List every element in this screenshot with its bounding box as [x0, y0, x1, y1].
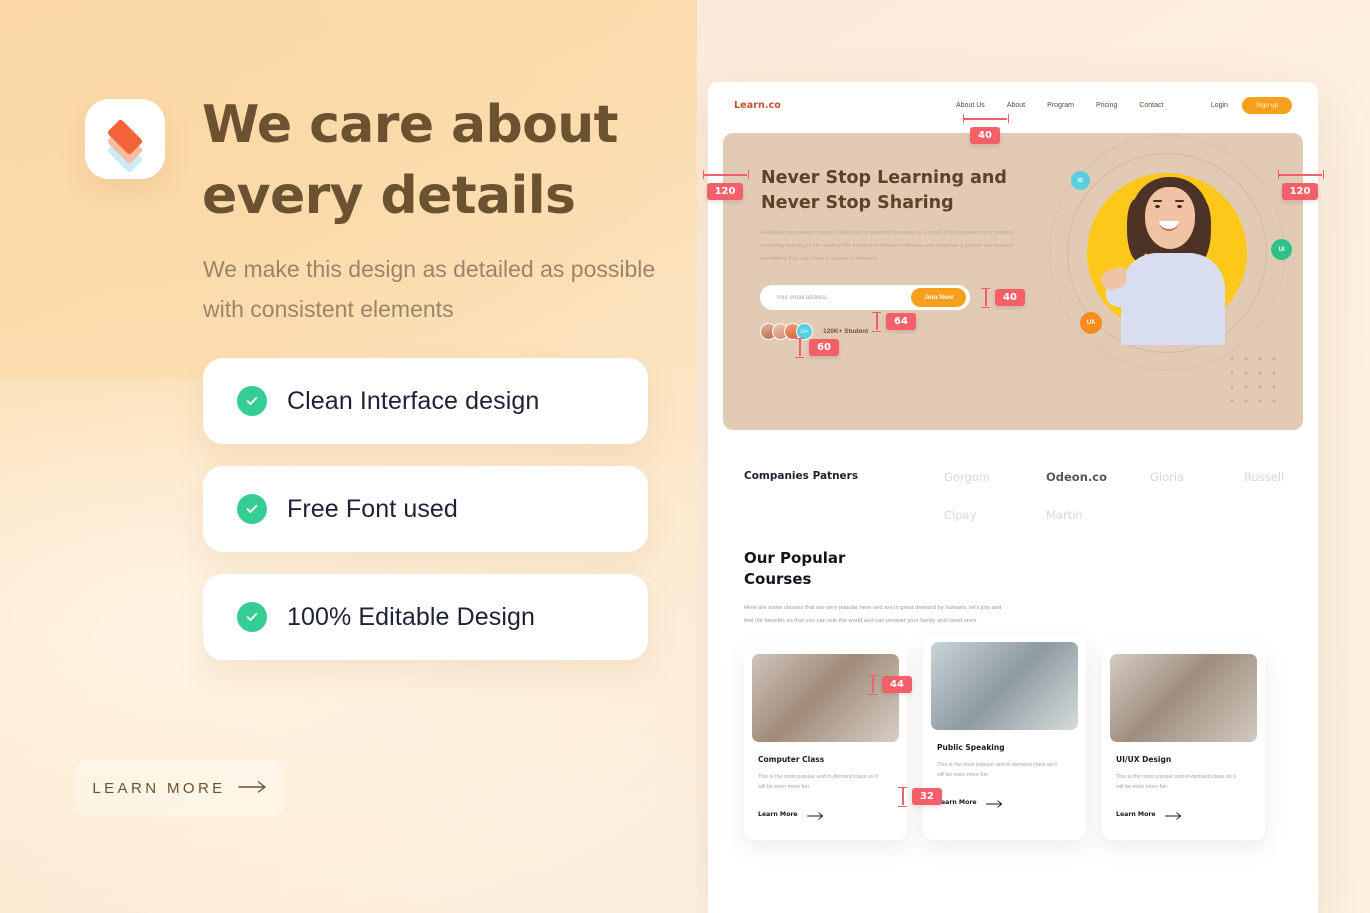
- nav-link-contact[interactable]: Contact: [1139, 102, 1163, 109]
- nav-link-pricing[interactable]: Pricing: [1096, 102, 1117, 109]
- course-learn-more-label: Learn More: [758, 810, 798, 818]
- hero-paragraph: Relatively permanent change in behavior …: [761, 230, 1015, 263]
- measure-input-height: 64: [872, 312, 916, 332]
- measure-value: 64: [886, 312, 916, 330]
- floating-badge-id[interactable]: ID: [1071, 171, 1090, 190]
- course-thumbnail: [752, 653, 899, 742]
- arrow-right-icon: [1164, 805, 1183, 824]
- measure-value: 40: [995, 288, 1025, 306]
- nav-link-program[interactable]: Program: [1047, 102, 1074, 109]
- hero-section: Never Stop Learning and Never Stop Shari…: [723, 133, 1303, 430]
- login-link[interactable]: Login: [1211, 102, 1228, 109]
- arrow-right-icon: [237, 780, 268, 796]
- measure-value: 120: [1281, 183, 1319, 200]
- course-name: UI/UX Design: [1116, 754, 1172, 764]
- screenshot-root: We care about every details We make this…: [0, 0, 1370, 913]
- course-learn-more-label: Learn More: [1116, 810, 1156, 818]
- site-navbar: Learn.co About Us About Program Pricing …: [708, 82, 1318, 128]
- feature-item-editable-design[interactable]: 100% Editable Design: [203, 574, 648, 660]
- course-description: This is the most popular and in-demand c…: [1116, 773, 1236, 791]
- course-learn-more-link[interactable]: Learn More: [1110, 805, 1257, 824]
- learn-more-button[interactable]: LEARN MORE: [75, 760, 285, 816]
- course-thumbnail: [931, 641, 1078, 730]
- learn-more-label: LEARN MORE: [92, 779, 226, 797]
- feature-item-clean-interface[interactable]: Clean Interface design: [203, 358, 648, 444]
- floating-badge-ui[interactable]: UI: [1271, 239, 1292, 260]
- partner-logo-russell: Russell: [1244, 470, 1285, 484]
- feature-item-free-font[interactable]: Free Font used: [203, 466, 648, 552]
- nav-actions: Login Sign up: [1211, 96, 1292, 114]
- feature-label: Free Font used: [287, 494, 458, 523]
- preview-panel: Learn.co About Us About Program Pricing …: [697, 0, 1370, 913]
- signup-button[interactable]: Sign up: [1241, 96, 1292, 114]
- measure-value: 120: [706, 183, 744, 200]
- email-input[interactable]: [776, 294, 912, 301]
- hero-subscribe-form: Join Now: [760, 285, 970, 310]
- feature-label: 100% Editable Design: [287, 602, 535, 631]
- course-card[interactable]: Public Speaking This is the most popular…: [923, 633, 1086, 840]
- measure-cards-gap: 44: [868, 675, 912, 695]
- hero-person-photo: [1097, 169, 1247, 345]
- partner-logo-gloria: Gloria: [1150, 470, 1185, 484]
- arrow-right-icon: [985, 793, 1004, 812]
- measure-social-gap: 60: [795, 338, 839, 358]
- measure-value: 32: [912, 787, 942, 805]
- course-description: This is the most popular and in-demand c…: [937, 761, 1057, 779]
- course-learn-more-label: Learn More: [937, 798, 977, 806]
- course-card-list: Computer Class This is the most popular …: [744, 633, 1303, 840]
- page-subtitle: We make this design as detailed as possi…: [203, 256, 656, 322]
- site-logo[interactable]: Learn.co: [734, 100, 781, 111]
- measure-nav-gap: 40: [963, 114, 1009, 144]
- feature-list: Clean Interface design Free Font used 10…: [203, 358, 648, 682]
- check-circle-icon: [237, 386, 267, 416]
- measure-value: 44: [882, 675, 912, 693]
- course-description: This is the most popular and in-demand c…: [758, 773, 878, 791]
- student-count: 120K+ Student: [823, 328, 869, 335]
- nav-links: About Us About Program Pricing Contact: [956, 102, 1163, 109]
- check-circle-icon: [237, 602, 267, 632]
- measure-hero-cta-gap: 40: [981, 288, 1025, 308]
- partner-logo-odeon: Odeon.co: [1046, 470, 1107, 484]
- hero-illustration: ID UI UX: [1045, 135, 1292, 412]
- course-learn-more-link[interactable]: Learn More: [752, 805, 899, 824]
- measure-hero-right: 120: [1278, 170, 1324, 200]
- measure-card-text-gap: 32: [898, 787, 942, 807]
- course-name: Computer Class: [758, 754, 825, 764]
- brand-logo-badge: [85, 99, 165, 179]
- partner-logo-martin: Martin: [1046, 508, 1083, 522]
- courses-title: Our Popular Courses: [744, 549, 846, 588]
- course-name: Public Speaking: [937, 742, 1005, 752]
- measure-value: 40: [970, 127, 1000, 144]
- dot-grid-decoration: [1225, 352, 1283, 402]
- partners-title: Companies Patners: [744, 470, 859, 482]
- nav-link-about-us[interactable]: About Us: [956, 102, 985, 109]
- measure-hero-left: 120: [703, 170, 749, 200]
- course-learn-more-link[interactable]: Learn More: [931, 793, 1078, 812]
- page-title: We care about every details: [202, 95, 619, 227]
- partner-logo-cipay: Cipay: [944, 508, 977, 522]
- courses-description: Here are some classes that are very popu…: [744, 605, 1002, 624]
- nav-link-about[interactable]: About: [1007, 102, 1025, 109]
- measure-value: 60: [809, 338, 839, 356]
- partner-logo-gorgom: Gorgom: [944, 470, 991, 484]
- floating-badge-ux[interactable]: UX: [1080, 312, 1102, 334]
- website-mockup: Learn.co About Us About Program Pricing …: [708, 82, 1318, 913]
- partners-section: Companies Patners Gorgom Odeon.co Gloria…: [744, 470, 1303, 532]
- check-circle-icon: [237, 494, 267, 524]
- course-thumbnail: [1110, 653, 1257, 742]
- hero-title: Never Stop Learning and Never Stop Shari…: [761, 168, 1007, 214]
- layers-stack-icon: [101, 118, 149, 174]
- promo-panel: We care about every details We make this…: [0, 0, 697, 913]
- feature-label: Clean Interface design: [287, 386, 540, 415]
- partners-logo-grid: Gorgom Odeon.co Gloria Russell Cipay Mar…: [944, 470, 1303, 532]
- courses-section: Our Popular Courses Here are some classe…: [744, 548, 1303, 840]
- join-now-button[interactable]: Join Now: [911, 288, 966, 307]
- course-card[interactable]: UI/UX Design This is the most popular an…: [1102, 645, 1265, 840]
- arrow-right-icon: [806, 805, 825, 824]
